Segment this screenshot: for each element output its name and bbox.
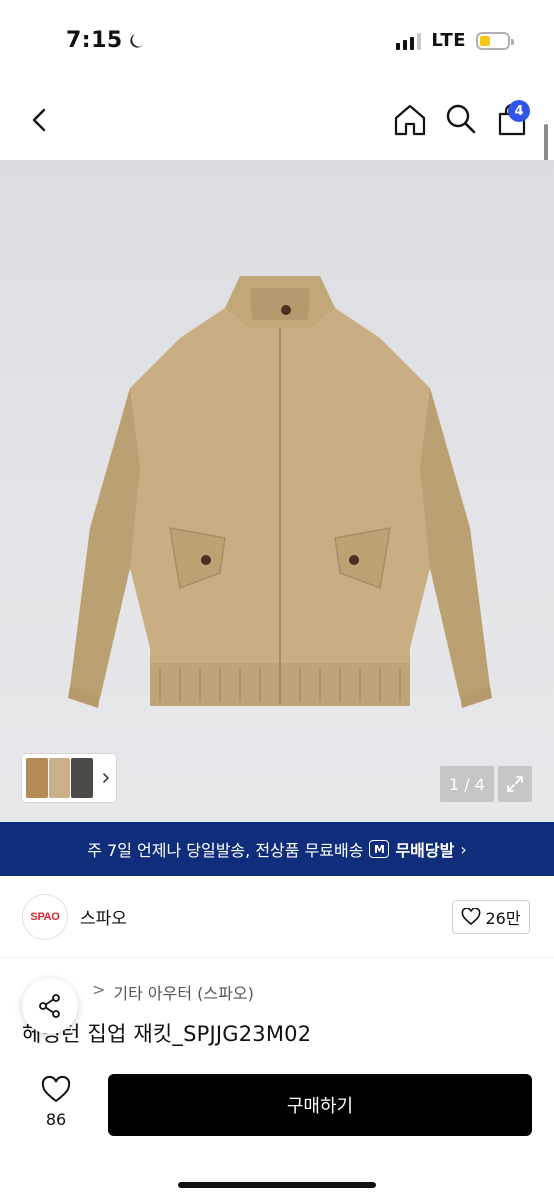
chevron-right-icon: › <box>460 839 467 859</box>
image-counter: 1 / 4 <box>440 766 494 802</box>
brand-like-button[interactable]: 26만 <box>452 900 530 934</box>
home-indicator[interactable] <box>178 1182 376 1188</box>
signal-icon <box>396 32 422 50</box>
brand-name[interactable]: 스파오 <box>80 904 127 929</box>
bottom-action-bar: 86 구매하기 <box>0 1054 554 1200</box>
product-jacket-image <box>68 276 492 708</box>
back-icon[interactable] <box>24 104 56 136</box>
status-bar: 7:15 LTE <box>0 0 554 84</box>
share-icon <box>39 994 60 1018</box>
wishlist-count: 86 <box>45 1110 67 1129</box>
share-button[interactable] <box>22 978 78 1034</box>
buy-button[interactable]: 구매하기 <box>108 1074 532 1136</box>
status-right: LTE <box>396 30 514 51</box>
home-icon[interactable] <box>392 102 428 138</box>
brand-logo[interactable]: SPAO <box>22 894 68 940</box>
brand-logo-text: SPAO <box>30 911 60 923</box>
cart-count-badge: 4 <box>508 100 530 122</box>
breadcrumb-separator: > <box>92 980 106 999</box>
moon-icon <box>130 33 144 48</box>
network-label: LTE <box>431 30 466 51</box>
product-image-gallery[interactable]: 1 / 4 <box>0 160 554 822</box>
thumbnail-strip[interactable] <box>22 754 116 802</box>
promo-text: 주 7일 언제나 당일발송, 전상품 무료배송 <box>87 841 364 860</box>
battery-icon <box>476 31 514 50</box>
delivery-label: 무배당발 <box>395 841 455 860</box>
delivery-badge-icon: M <box>369 840 390 858</box>
brand-like-count: 26만 <box>485 909 521 928</box>
thumbnail-1[interactable] <box>26 758 48 798</box>
breadcrumb-item[interactable]: 기타 아우터 (스파오) <box>113 980 253 1004</box>
thumbnail-2[interactable] <box>48 758 71 798</box>
heart-icon <box>462 908 481 926</box>
promo-banner[interactable]: 주 7일 언제나 당일발송, 전상품 무료배송 M 무배당발 › <box>0 822 554 876</box>
search-icon[interactable] <box>444 102 478 136</box>
time-text: 7:15 <box>66 28 123 53</box>
thumbnail-3[interactable] <box>71 758 94 798</box>
chevron-right-icon[interactable] <box>100 772 112 784</box>
brand-row[interactable]: SPAO 스파오 26만 <box>0 876 554 958</box>
top-header <box>0 84 554 160</box>
status-time: 7:15 <box>66 28 147 53</box>
wishlist-button[interactable]: 86 <box>30 1076 82 1136</box>
heart-icon <box>41 1076 71 1103</box>
expand-icon[interactable] <box>498 766 532 802</box>
